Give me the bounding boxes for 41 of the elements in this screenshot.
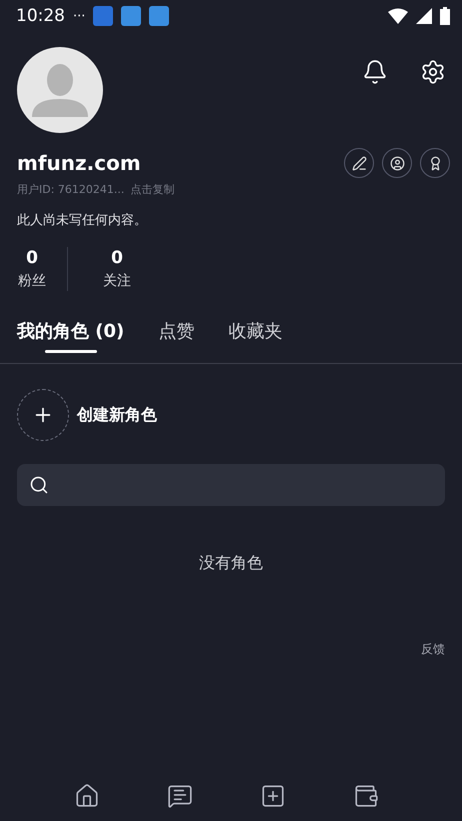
add-nav-button[interactable] xyxy=(260,783,286,809)
user-id: 用户ID: 76120241... xyxy=(17,182,124,197)
status-time: 10:28 xyxy=(16,6,65,26)
wallet-nav-button[interactable] xyxy=(352,783,378,809)
create-character-label[interactable]: 创建新角色 xyxy=(77,404,157,426)
wallet-icon xyxy=(352,783,378,809)
feedback-link[interactable]: 反馈 xyxy=(421,641,445,658)
app-icon xyxy=(149,6,170,26)
wifi-icon xyxy=(388,8,408,24)
avatar[interactable] xyxy=(17,47,103,133)
stat-value: 0 xyxy=(111,248,123,268)
create-character-button[interactable] xyxy=(17,389,69,441)
tab[interactable]: 收藏夹 xyxy=(228,319,282,363)
bell-icon xyxy=(362,59,388,85)
app-icon xyxy=(121,6,142,26)
tab[interactable]: 点赞 xyxy=(158,319,194,363)
award-button[interactable] xyxy=(420,148,450,178)
app-icon xyxy=(93,6,114,26)
battery-icon xyxy=(440,7,450,25)
notification-dots: ··· xyxy=(73,8,86,24)
edit-button[interactable] xyxy=(344,148,374,178)
user-icon xyxy=(390,156,404,170)
add-icon xyxy=(260,783,286,809)
username: mfunz.com xyxy=(17,151,141,175)
copy-link[interactable]: 点击复制 xyxy=(130,182,174,197)
stat-label[interactable]: 粉丝 xyxy=(18,272,46,290)
tab[interactable]: 我的角色 (0) xyxy=(17,319,124,363)
home-icon xyxy=(74,783,100,809)
settings-icon xyxy=(420,59,446,85)
bio-text: 此人尚未写任何内容。 xyxy=(17,212,147,229)
search-icon xyxy=(29,475,49,495)
chat-icon xyxy=(166,783,192,809)
empty-message: 没有角色 xyxy=(199,553,263,574)
profile-button[interactable] xyxy=(382,148,412,178)
chat-nav-button[interactable] xyxy=(166,783,192,809)
search-field[interactable] xyxy=(17,464,445,506)
pencil-icon xyxy=(352,156,366,170)
home-nav-button[interactable] xyxy=(74,783,100,809)
stat-label[interactable]: 关注 xyxy=(103,272,131,290)
signal-icon xyxy=(416,8,432,24)
stat-value: 0 xyxy=(26,248,38,268)
